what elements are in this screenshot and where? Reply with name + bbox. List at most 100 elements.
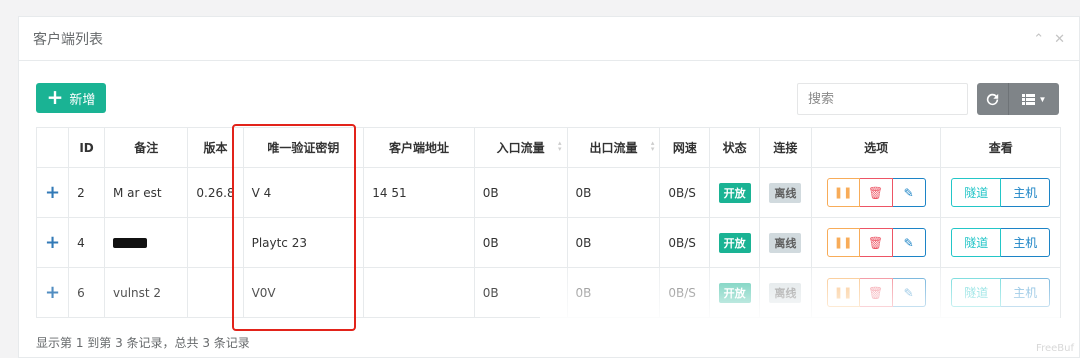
panel-title: 客户端列表 [33, 31, 103, 48]
add-button-label: 新增 [69, 92, 96, 108]
table-header-row: ID 备注 版本 唯一验证密钥 客户端地址 入口流量 出口流量 网速 状态 连接… [35, 127, 1061, 168]
cell-key: V0V [242, 267, 365, 318]
delete-button[interactable]: 🗑 [859, 228, 893, 257]
cell-options: ❚❚ 🗑 ✎ [810, 217, 942, 268]
cell-id: 2 [68, 167, 105, 218]
edit-icon: ✎ [903, 235, 914, 250]
cell-address: 14 51 [363, 167, 475, 218]
cell-conn: 离线 [759, 167, 812, 218]
panel-tools: ⌃ ✕ [1033, 31, 1065, 47]
cell-in-flow: 0B [473, 217, 568, 268]
connection-badge: 离线 [769, 182, 802, 203]
cell-view: 隧道 主机 [940, 217, 1061, 268]
delete-button[interactable]: 🗑 [859, 178, 893, 207]
host-button[interactable]: 主机 [1001, 278, 1051, 307]
trash-icon: 🗑 [867, 285, 884, 300]
refresh-button[interactable] [977, 83, 1009, 115]
trash-icon: 🗑 [867, 185, 884, 200]
table-row: + 2 M ar est 0.26.8 V 4 14 51 0B 0B 0B/S… [35, 167, 1061, 218]
cell-remark [103, 217, 189, 268]
col-version[interactable]: 版本 [187, 127, 244, 168]
col-id[interactable]: ID [68, 127, 105, 168]
chevron-up-icon[interactable]: ⌃ [1033, 31, 1044, 47]
key-text: V 4 [251, 185, 272, 200]
cell-remark: M ar est [103, 167, 189, 218]
pause-button[interactable]: ❚❚ [826, 228, 860, 257]
client-table: ID 备注 版本 唯一验证密钥 客户端地址 入口流量 出口流量 网速 状态 连接… [35, 127, 1061, 318]
pause-icon: ❚❚ [833, 286, 853, 299]
table-tools: ▼ [977, 83, 1059, 115]
cell-out-flow: 0B [566, 167, 661, 218]
cell-view: 隧道 主机 [940, 167, 1061, 218]
cell-status: 开放 [709, 167, 761, 218]
view-group: 隧道 主机 [951, 278, 1051, 307]
panel-header: 客户端列表 ⌃ ✕ [19, 17, 1079, 61]
cell-options: ❚❚ 🗑 ✎ [810, 167, 942, 218]
cell-in-flow: 0B [473, 167, 568, 218]
pause-button[interactable]: ❚❚ [826, 178, 860, 207]
cell-options: ❚❚ 🗑 ✎ [810, 267, 942, 318]
edit-icon: ✎ [903, 285, 914, 300]
cell-view: 隧道 主机 [940, 267, 1061, 318]
pause-icon: ❚❚ [833, 236, 853, 249]
col-address[interactable]: 客户端地址 [363, 127, 475, 168]
connection-badge: 离线 [769, 232, 802, 253]
key-text: Playtc 23 [251, 235, 307, 250]
refresh-icon [986, 93, 999, 105]
columns-toggle-button[interactable]: ▼ [1009, 83, 1059, 115]
cell-version [187, 267, 244, 318]
cell-speed: 0B/S [659, 217, 711, 268]
cell-id: 6 [68, 267, 105, 318]
cell-out-flow: 0B [566, 217, 661, 268]
col-options: 选项 [810, 127, 942, 168]
table-row: + 6 vulnst 2 V0V 0B 0B 0B/S 开放 离线 ❚❚ 🗑 ✎… [35, 267, 1061, 318]
col-conn[interactable]: 连接 [759, 127, 812, 168]
status-badge: 开放 [718, 182, 751, 203]
list-icon [1021, 93, 1035, 105]
edit-button[interactable]: ✎ [892, 278, 926, 307]
col-key[interactable]: 唯一验证密钥 [242, 127, 365, 168]
edit-button[interactable]: ✎ [892, 178, 926, 207]
cell-speed: 0B/S [659, 267, 711, 318]
delete-button[interactable]: 🗑 [859, 278, 893, 307]
edit-icon: ✎ [903, 185, 914, 200]
col-in-flow[interactable]: 入口流量 [473, 127, 568, 168]
edit-button[interactable]: ✎ [892, 228, 926, 257]
cell-address [363, 267, 475, 318]
plus-icon: + [46, 85, 64, 109]
cell-conn: 离线 [759, 217, 812, 268]
expand-icon[interactable]: + [35, 217, 70, 268]
cell-version [187, 217, 244, 268]
add-button[interactable]: + 新增 [36, 83, 106, 113]
cell-status: 开放 [709, 217, 761, 268]
status-badge: 开放 [718, 232, 751, 253]
col-remark[interactable]: 备注 [103, 127, 189, 168]
close-icon[interactable]: ✕ [1054, 31, 1065, 47]
view-group: 隧道 主机 [951, 228, 1051, 257]
col-speed[interactable]: 网速 [659, 127, 711, 168]
cell-key: Playtc 23 [242, 217, 365, 268]
host-button[interactable]: 主机 [1001, 228, 1051, 257]
pause-button[interactable]: ❚❚ [826, 278, 860, 307]
trash-icon: 🗑 [867, 235, 884, 250]
cell-conn: 离线 [759, 267, 812, 318]
col-out-flow[interactable]: 出口流量 [566, 127, 661, 168]
table-row: + 4 Playtc 23 0B 0B 0B/S 开放 离线 ❚❚ 🗑 ✎ 隧道 [35, 217, 1061, 268]
tunnel-button[interactable]: 隧道 [951, 178, 1002, 207]
connection-badge: 离线 [769, 282, 802, 303]
cell-in-flow: 0B [473, 267, 568, 318]
options-group: ❚❚ 🗑 ✎ [826, 178, 926, 207]
col-status[interactable]: 状态 [709, 127, 761, 168]
caret-down-icon: ▼ [1038, 94, 1047, 104]
cell-id: 4 [68, 217, 105, 268]
host-button[interactable]: 主机 [1001, 178, 1051, 207]
watermark: FreeBuf [1036, 343, 1074, 354]
expand-icon[interactable]: + [35, 167, 70, 218]
view-group: 隧道 主机 [951, 178, 1051, 207]
cell-version: 0.26.8 [187, 167, 244, 218]
tunnel-button[interactable]: 隧道 [951, 278, 1002, 307]
cell-out-flow: 0B [566, 267, 661, 318]
search-input[interactable] [797, 83, 968, 115]
tunnel-button[interactable]: 隧道 [951, 228, 1002, 257]
expand-icon[interactable]: + [35, 267, 70, 318]
